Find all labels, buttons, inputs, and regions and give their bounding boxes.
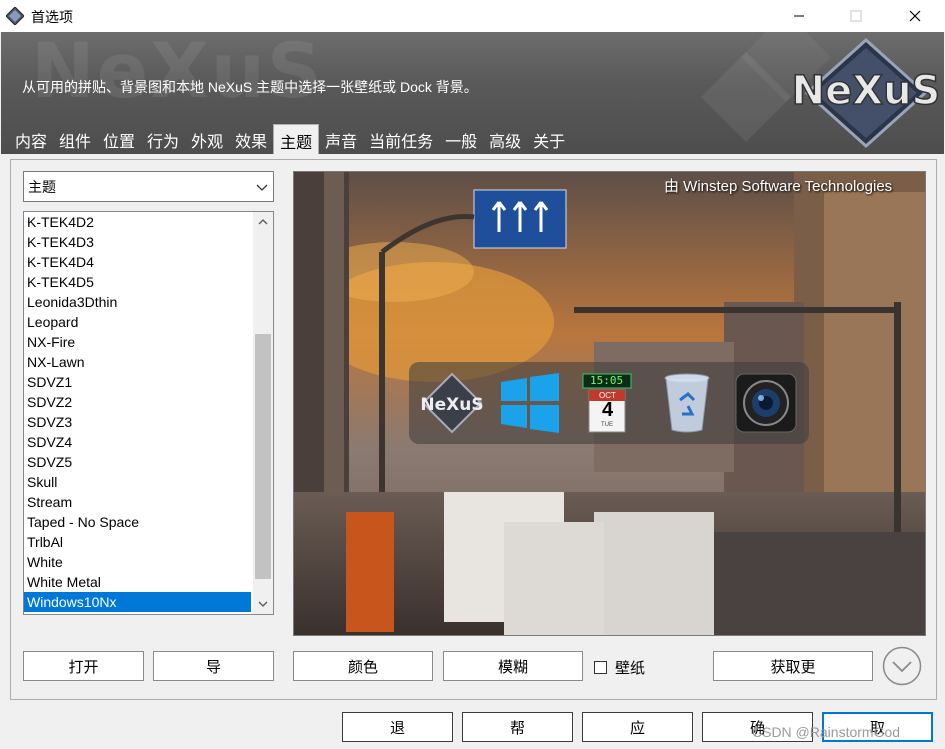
tab-effects[interactable]: 效果 bbox=[229, 124, 273, 154]
theme-preview: 由 Winstep Software Technologies NeXuS 15… bbox=[293, 171, 926, 636]
list-item-selected[interactable]: Windows10Nx bbox=[24, 592, 251, 612]
maximize-icon bbox=[850, 10, 862, 22]
tab-sounds[interactable]: 声音 bbox=[319, 124, 363, 154]
tab-running-tasks[interactable]: 当前任务 bbox=[363, 124, 439, 154]
tab-strip: 内容 组件 位置 行为 外观 效果 主题 声音 当前任务 一般 高级 关于 bbox=[9, 124, 571, 154]
blur-button-label: 模糊 bbox=[497, 658, 528, 676]
scroll-down-button[interactable] bbox=[253, 594, 273, 614]
banner-watermark-logo: NeXuS bbox=[31, 32, 324, 115]
calendar-day: 4 bbox=[602, 399, 614, 421]
chevron-down-icon bbox=[256, 184, 268, 191]
banner-description: 从可用的拼贴、背景图和本地 NeXuS 主题中选择一张壁纸或 Dock 背景。 bbox=[22, 79, 478, 95]
header-banner: NeXuS 从可用的拼贴、背景图和本地 NeXuS 主题中选择一张壁纸或 Doc… bbox=[1, 32, 944, 154]
nexus-logo-icon: NeXuS bbox=[791, 37, 941, 149]
tab-advanced[interactable]: 高级 bbox=[483, 124, 527, 154]
theme-list[interactable]: K-TEK4D2 K-TEK4D3 K-TEK4D4 K-TEK4D5 Leon… bbox=[23, 211, 274, 615]
wallpaper-checkbox-box[interactable] bbox=[594, 661, 607, 674]
tab-themes[interactable]: 主题 bbox=[273, 124, 320, 154]
list-scrollbar[interactable] bbox=[253, 212, 273, 614]
scroll-up-button[interactable] bbox=[253, 212, 273, 232]
close-icon bbox=[909, 10, 921, 22]
apply-button[interactable]: 应 bbox=[582, 712, 693, 742]
app-diamond-icon bbox=[6, 7, 24, 25]
list-item[interactable]: SDVZ1 bbox=[24, 372, 273, 392]
title-bar: 首选项 bbox=[0, 0, 945, 32]
wallpaper-checkbox[interactable]: 壁纸 bbox=[594, 657, 645, 678]
list-item[interactable]: NX-Lawn bbox=[24, 352, 273, 372]
list-item[interactable]: White bbox=[24, 552, 273, 572]
list-item[interactable]: Leopard bbox=[24, 312, 273, 332]
export-button[interactable]: 导 bbox=[153, 651, 274, 681]
help-button-label: 帮 bbox=[509, 719, 525, 737]
open-button[interactable]: 打开 bbox=[23, 651, 144, 681]
get-more-button[interactable]: 获取更 bbox=[713, 651, 873, 681]
close-button[interactable] bbox=[892, 0, 938, 32]
minimize-icon bbox=[794, 15, 804, 17]
tab-general[interactable]: 一般 bbox=[439, 124, 483, 154]
camera-lens-icon bbox=[735, 373, 797, 433]
nexus-logo-icon: NeXuS bbox=[421, 372, 483, 434]
export-button-label: 导 bbox=[205, 658, 221, 676]
minimize-button[interactable] bbox=[776, 0, 822, 32]
list-item[interactable]: SDVZ3 bbox=[24, 412, 273, 432]
tab-about[interactable]: 关于 bbox=[527, 124, 571, 154]
chevron-down-icon bbox=[258, 601, 268, 607]
windows-logo-icon bbox=[501, 373, 559, 433]
get-more-button-label: 获取更 bbox=[770, 658, 816, 676]
color-button[interactable]: 颜色 bbox=[293, 651, 433, 681]
blur-button[interactable]: 模糊 bbox=[443, 651, 583, 681]
list-item[interactable]: Taped - No Space bbox=[24, 512, 273, 532]
svg-text:NeXuS: NeXuS bbox=[792, 68, 941, 114]
category-select-value: 主题 bbox=[28, 179, 56, 195]
clock-time: 15:05 bbox=[590, 374, 624, 387]
list-item[interactable]: Leonida3Dthin bbox=[24, 292, 273, 312]
list-item[interactable]: TrlbAl bbox=[24, 532, 273, 552]
scroll-thumb[interactable] bbox=[255, 334, 271, 579]
list-item[interactable]: Skull bbox=[24, 472, 273, 492]
help-button[interactable]: 帮 bbox=[462, 712, 573, 742]
list-item[interactable]: SDVZ4 bbox=[24, 432, 273, 452]
list-item[interactable]: K-TEK4D2 bbox=[24, 212, 273, 232]
tab-behavior[interactable]: 行为 bbox=[141, 124, 185, 154]
list-item[interactable]: NX-Fire bbox=[24, 332, 273, 352]
maximize-button bbox=[833, 0, 879, 32]
list-item[interactable]: SDVZ2 bbox=[24, 392, 273, 412]
open-button-label: 打开 bbox=[68, 658, 99, 676]
recycle-bin-icon bbox=[664, 373, 710, 433]
list-item[interactable]: SDVZ5 bbox=[24, 452, 273, 472]
tab-content[interactable]: 内容 bbox=[9, 124, 53, 154]
calendar-weekday: TUE bbox=[601, 422, 613, 428]
chevron-up-icon bbox=[258, 219, 268, 225]
list-item[interactable]: K-TEK4D3 bbox=[24, 232, 273, 252]
apply-button-label: 应 bbox=[629, 719, 645, 737]
expand-circle-button[interactable] bbox=[882, 646, 922, 686]
tab-appearance[interactable]: 外观 bbox=[185, 124, 229, 154]
svg-text:NeXuS: NeXuS bbox=[421, 395, 483, 415]
watermark-text: CSDN @RainstormGod bbox=[752, 724, 901, 740]
list-item[interactable]: K-TEK4D4 bbox=[24, 252, 273, 272]
window-title: 首选项 bbox=[31, 9, 73, 25]
exit-button[interactable]: 退 bbox=[342, 712, 453, 742]
list-item[interactable]: K-TEK4D5 bbox=[24, 272, 273, 292]
list-item[interactable]: Stream bbox=[24, 492, 273, 512]
category-select[interactable]: 主题 bbox=[23, 171, 274, 202]
tab-components[interactable]: 组件 bbox=[53, 124, 97, 154]
exit-button-label: 退 bbox=[389, 719, 405, 737]
list-item[interactable]: White Metal bbox=[24, 572, 273, 592]
tab-position[interactable]: 位置 bbox=[97, 124, 141, 154]
wallpaper-checkbox-label: 壁纸 bbox=[615, 660, 646, 677]
preview-caption: 由 Winstep Software Technologies bbox=[664, 178, 893, 195]
color-button-label: 颜色 bbox=[347, 658, 378, 676]
